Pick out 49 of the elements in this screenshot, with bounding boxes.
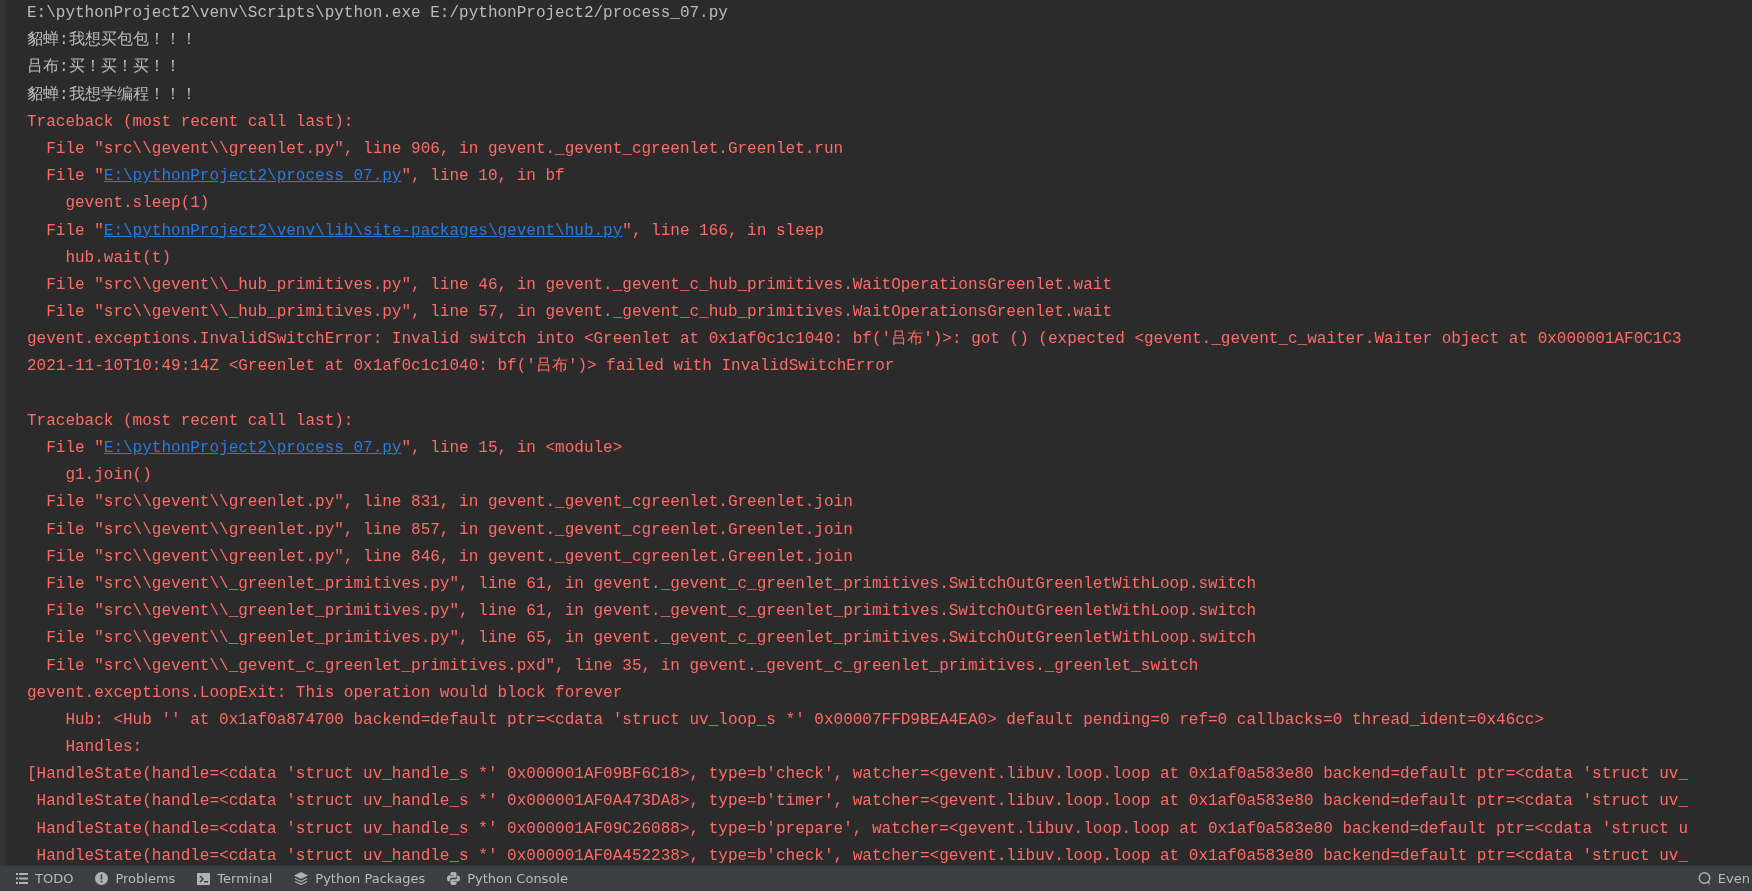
console-line: E:\pythonProject2\venv\Scripts\python.exe E:/pythonProject2/process_07.py — [27, 3, 728, 24]
console-line: gevent.sleep(1) — [64, 193, 210, 215]
console-line: 2021-11-10T10:49:14Z <Greenlet at 0x1af0c1c1040: bf('吕布')> failed with InvalidSwitchError — [27, 356, 895, 378]
console-line: File "src\\gevent\\greenlet.py", line 857, in gevent._gevent_cgreenlet.Greenlet.join — [45, 519, 853, 541]
console-line: File "src\\gevent\\_greenlet_primitives.py", line 61, in gevent._gevent_c_greenlet_primitives.SwitchOutGreenletWithLoop.switch — [45, 601, 1256, 623]
console-line: Traceback (most recent call last): — [27, 410, 354, 432]
console-line: Hub: <Hub '' at 0x1af0a874700 backend=default ptr=<cdata 'struct uv_loop_s *' 0x00007FFD9BEA4EA0> default pending=0 ref=0 callbacks=0 thread_ident=0x46cc> — [64, 709, 1545, 731]
event-log-tab[interactable]: Even — [1695, 871, 1752, 886]
console-line: File "src\\gevent\\greenlet.py", line 906, in gevent._gevent_cgreenlet.Greenlet.run — [45, 138, 844, 160]
console-line: File "src\\gevent\\_gevent_c_greenlet_primitives.pxd", line 35, in gevent._gevent_c_greenlet_primitives._greenlet_switch — [45, 655, 1199, 677]
warning-icon — [95, 872, 109, 885]
console-line: File "src\\gevent\\_hub_primitives.py", line 57, in gevent._gevent_c_hub_primitives.WaitOperationsGreenlet.wait — [45, 302, 1112, 324]
console-line: [HandleState(handle=<cdata 'struct uv_handle_s *' 0x000001AF09BF6C18>, type=b'check', watcher=<gevent.libuv.loop.loop at 0x1af0a583e80 backend=default ptr=<cdata 'struct uv_ — [27, 764, 1689, 786]
console-line: 貂蝉:我想买包包！！！ — [27, 29, 197, 52]
tool-window-tab[interactable]: TODO — [14, 871, 86, 886]
tool-window-tab[interactable]: Python Packages — [292, 871, 438, 886]
console-line: HandleState(handle=<cdata 'struct uv_handle_s *' 0x000001AF09C26088>, type=b'prepare', watcher=<gevent.libuv.loop.loop at 0x1af0a583e80 backend=default ptr=<cdata 'struct u — [35, 818, 1689, 840]
console-line: gevent.exceptions.LoopExit: This operation would block forever — [27, 682, 623, 704]
terminal-icon — [197, 872, 211, 885]
console-line: g1.join() — [64, 465, 152, 487]
console-text: ", line 15, in <module> — [401, 439, 623, 457]
list-icon — [16, 873, 28, 884]
console-line: 貂蝉:我想学编程！！！ — [27, 84, 197, 106]
console-line: File "src\\gevent\\_greenlet_primitives.py", line 61, in gevent._gevent_c_greenlet_primitives.SwitchOutGreenletWithLoop.switch — [45, 573, 1256, 595]
console-line: File "src\\gevent\\_greenlet_primitives.py", line 65, in gevent._gevent_c_greenlet_primitives.SwitchOutGreenletWithLoop.switch — [45, 628, 1256, 650]
console-line: hub.wait(t) — [64, 247, 172, 269]
console-line: 吕布:买！买！买！！ — [27, 57, 181, 79]
console-text: File " — [45, 221, 104, 240]
file-link[interactable]: E:\pythonProject2\process_07.py — [103, 439, 402, 457]
console-text: ", line 166, in sleep — [622, 221, 824, 240]
tool-window-tab[interactable]: Terminal — [195, 871, 285, 886]
speech-bubble-icon — [1697, 872, 1711, 885]
console-line: HandleState(handle=<cdata 'struct uv_handle_s *' 0x000001AF0A452238>, type=b'check', watcher=<gevent.libuv.loop.loop at 0x1af0a583e80 backend=default ptr=<cdata 'struct uv_ — [35, 845, 1689, 865]
console-line: HandleState(handle=<cdata 'struct uv_handle_s *' 0x000001AF0A473DA8>, type=b'timer', watcher=<gevent.libuv.loop.loop at 0x1af0a583e80 backend=default ptr=<cdata 'struct uv_ — [35, 791, 1689, 813]
console-line: Traceback (most recent call last): — [27, 111, 354, 133]
tool-window-tab[interactable]: Python Console — [445, 871, 580, 886]
python-icon — [447, 872, 461, 885]
layers-icon — [294, 872, 309, 885]
console-line: File "src\\gevent\\greenlet.py", line 831, in gevent._gevent_cgreenlet.Greenlet.join — [45, 492, 853, 514]
file-link[interactable]: E:\pythonProject2\process_07.py — [103, 167, 402, 186]
console-text: ", line 10, in bf — [401, 167, 565, 186]
console-text: File " — [45, 439, 104, 457]
console-line: File "src\\gevent\\_hub_primitives.py", line 46, in gevent._gevent_c_hub_primitives.WaitOperationsGreenlet.wait — [45, 274, 1112, 296]
file-link[interactable]: E:\pythonProject2\venv\lib\site-packages\gevent\hub.py — [103, 221, 623, 240]
tool-window-tab[interactable]: Problems — [93, 871, 188, 886]
console-line: gevent.exceptions.InvalidSwitchError: Invalid switch into <Greenlet at 0x1af0c1c1040: bf('吕布')>: got () (expected <gevent._gevent_c_waiter.Waiter object at 0x000001AF0C1C3 — [27, 329, 1682, 351]
console-line: Handles: — [64, 737, 143, 759]
console-line: File "src\\gevent\\greenlet.py", line 846, in gevent._gevent_cgreenlet.Greenlet.join — [45, 546, 853, 568]
console-text: File " — [45, 167, 104, 186]
